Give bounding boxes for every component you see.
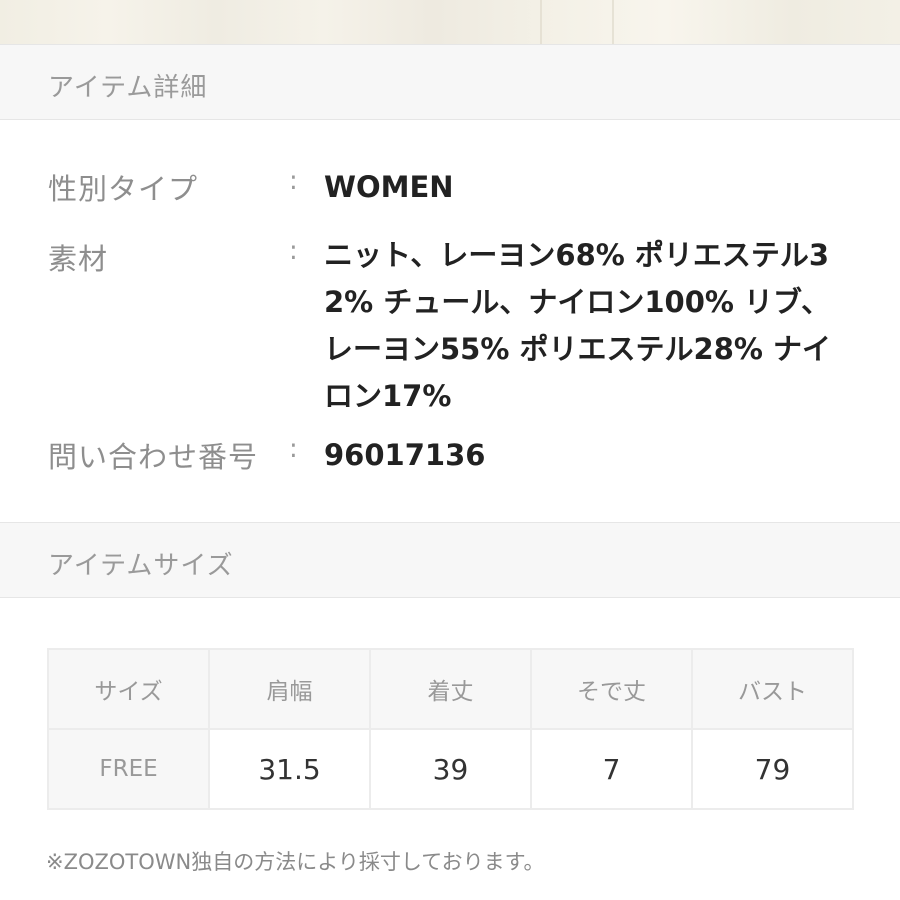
gender-type-label: 性別タイプ	[48, 172, 199, 206]
material-colon: :	[289, 236, 298, 266]
sleeve-length-cell: 7	[530, 728, 693, 810]
material-value: ニット、レーヨン68% ポリエステル32% チュール、ナイロン100% リブ、レ…	[324, 238, 832, 413]
fabric-fold-line	[612, 0, 614, 44]
inquiry-number-colon: :	[289, 434, 298, 464]
item-size-header: アイテムサイズ	[0, 522, 900, 598]
column-header-shoulder-width: 肩幅	[208, 648, 371, 730]
size-table-header-row: サイズ 肩幅 着丈 そで丈 バスト	[47, 648, 854, 730]
item-details-title: アイテム詳細	[48, 73, 208, 103]
table-row: FREE 31.5 39 7 79	[47, 728, 854, 810]
gender-type-colon: :	[289, 166, 298, 196]
fabric-fold-line	[540, 0, 542, 44]
measurement-footnote: ※ZOZOTOWN独自の方法により採寸しております。	[46, 850, 545, 874]
size-name-cell: FREE	[47, 728, 210, 810]
length-cell: 39	[369, 728, 532, 810]
item-size-title: アイテムサイズ	[48, 551, 234, 581]
column-header-size: サイズ	[47, 648, 210, 730]
inquiry-number-value: 96017136	[324, 438, 486, 472]
item-details-header: アイテム詳細	[0, 44, 900, 120]
inquiry-number-label: 問い合わせ番号	[48, 440, 259, 474]
material-label: 素材	[48, 242, 109, 276]
size-table: サイズ 肩幅 着丈 そで丈 バスト FREE 31.5 39 7 79	[47, 648, 854, 810]
column-header-bust: バスト	[691, 648, 854, 730]
column-header-length: 着丈	[369, 648, 532, 730]
column-header-sleeve-length: そで丈	[530, 648, 693, 730]
product-photo-strip	[0, 0, 900, 45]
gender-type-value: WOMEN	[324, 170, 454, 204]
shoulder-width-cell: 31.5	[208, 728, 371, 810]
bust-cell: 79	[691, 728, 854, 810]
